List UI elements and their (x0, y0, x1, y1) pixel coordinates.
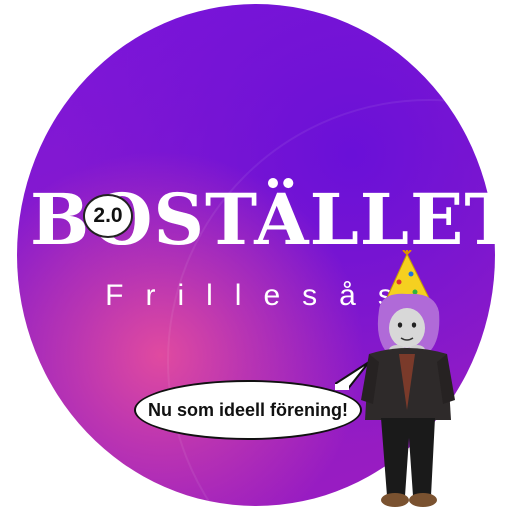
logo-stage: BOSTÄLLET 2.0 Frillesås Nu som ideell fö… (0, 0, 512, 512)
speech-bubble-text: Nu som ideell förening! (147, 399, 348, 420)
speech-bubble: Nu som ideell förening! (134, 380, 362, 440)
avatar-character (361, 250, 455, 507)
version-badge: 2.0 (83, 194, 133, 238)
